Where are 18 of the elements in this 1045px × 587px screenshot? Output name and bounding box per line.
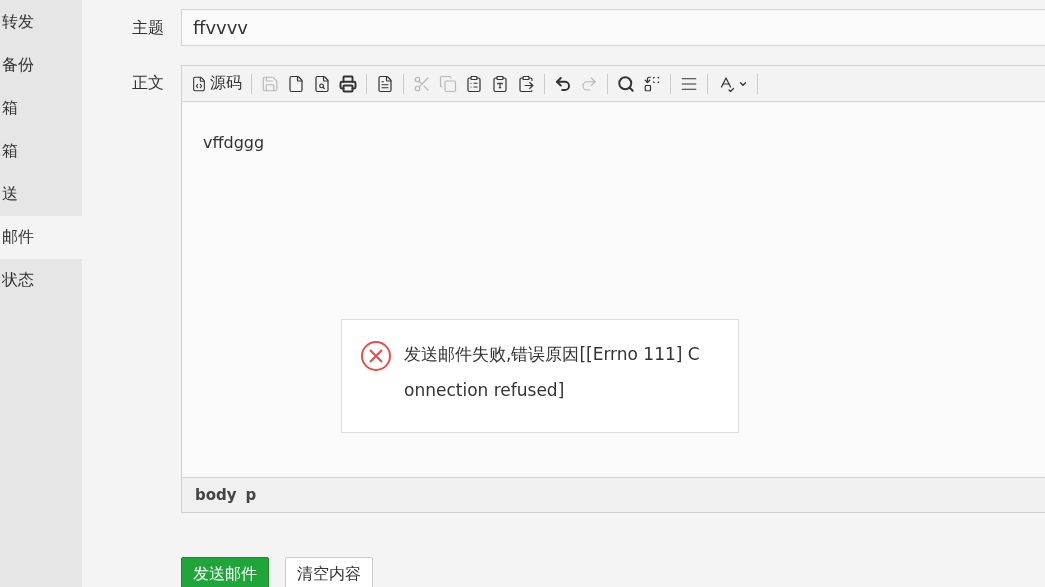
editor-text[interactable]: vffdggg [203,133,265,152]
sidebar-item[interactable]: 邮件 [0,216,82,259]
clear-button[interactable]: 清空内容 [285,557,373,587]
path-element[interactable]: body [195,486,237,504]
sidebar-item[interactable]: 转发 [0,1,82,44]
source-button[interactable]: 源码 [188,71,245,96]
error-message: 发送邮件失败,错误原因[[Errno 111] Connection refused] [404,343,701,402]
sidebar-item[interactable]: 状态 [0,259,82,302]
subject-field[interactable]: ffvvvv [181,9,1045,46]
sidebar-item[interactable]: 备份 [0,44,82,87]
body-label: 正文 [131,72,165,94]
source-code-icon [191,75,207,92]
subject-label: 主题 [131,17,165,39]
path-element[interactable]: p [245,486,257,504]
sidebar-item[interactable]: 送 [0,173,82,216]
sidebar-item[interactable]: 箱 [0,130,82,173]
error-icon [360,340,392,372]
sidebar-item[interactable]: 箱 [0,87,82,130]
